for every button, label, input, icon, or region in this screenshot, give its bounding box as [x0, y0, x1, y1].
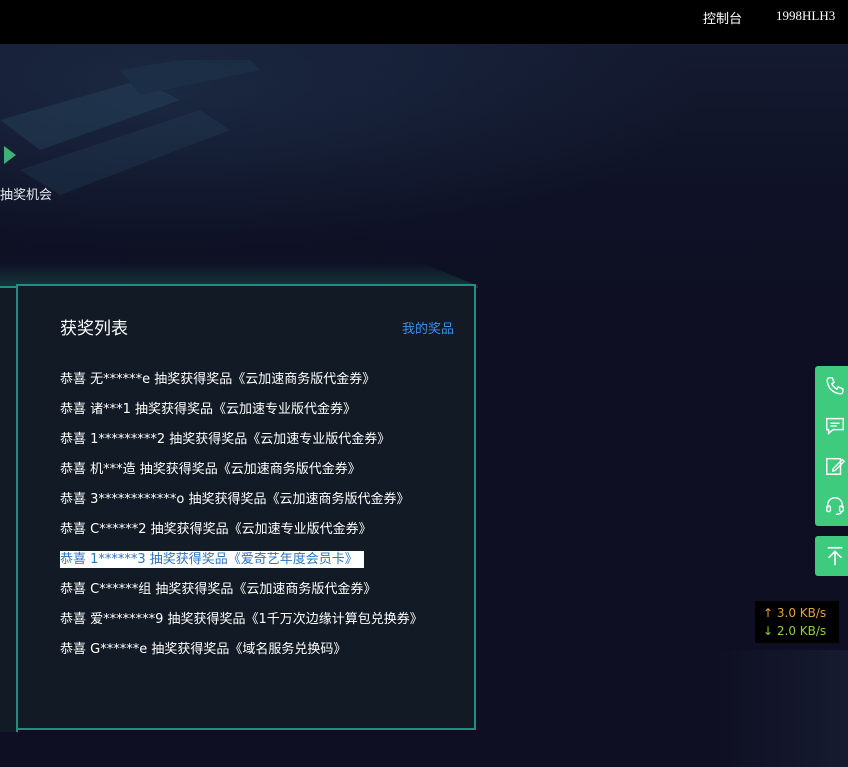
top-bar: 控制台 1998HLH3	[0, 0, 848, 44]
my-prizes-link[interactable]: 我的奖品	[402, 318, 454, 337]
list-item: 恭喜 1*********2 抽奖获得奖品《云加速专业版代金券》	[60, 432, 391, 447]
username[interactable]: 1998HLH3	[776, 8, 835, 24]
chat-icon[interactable]	[824, 415, 846, 437]
arrow-up-icon	[827, 546, 843, 566]
headset-icon[interactable]	[824, 495, 846, 517]
console-link[interactable]: 控制台	[703, 8, 742, 27]
list-item: 恭喜 3************o 抽奖获得奖品《云加速商务版代金券》	[60, 492, 410, 507]
list-item: 恭喜 C******2 抽奖获得奖品《云加速专业版代金券》	[60, 522, 372, 537]
list-item: 恭喜 无******e 抽奖获得奖品《云加速商务版代金券》	[60, 372, 376, 387]
network-speed-widget: ↑ 3.0 KB/s ↓ 2.0 KB/s	[755, 601, 839, 643]
play-icon[interactable]	[4, 146, 16, 164]
list-item: 恭喜 机***造 抽奖获得奖品《云加速商务版代金券》	[60, 462, 361, 477]
list-item-selected: 恭喜 1******3 抽奖获得奖品《爱奇艺年度会员卡》	[60, 550, 423, 580]
upload-speed: ↑ 3.0 KB/s	[763, 606, 827, 620]
download-speed: ↓ 2.0 KB/s	[763, 624, 827, 638]
edit-icon[interactable]	[824, 455, 846, 477]
list-item: 恭喜 爱********9 抽奖获得奖品《1千万次边缘计算包兑换券》	[60, 612, 423, 627]
list-item: 恭喜 G******e 抽奖获得奖品《域名服务兑换码》	[60, 642, 347, 657]
lottery-chance-label: 抽奖机会	[0, 188, 53, 203]
list-item: 恭喜 诸***1 抽奖获得奖品《云加速专业版代金券》	[60, 402, 357, 417]
panel-title: 获奖列表	[60, 319, 128, 339]
winners-panel: 获奖列表 我的奖品 恭喜 无******e 抽奖获得奖品《云加速商务版代金券》 …	[16, 284, 476, 730]
list-item: 恭喜 C******组 抽奖获得奖品《云加速商务版代金券》	[60, 582, 377, 597]
phone-icon[interactable]	[824, 375, 846, 397]
side-toolbar	[815, 366, 848, 526]
back-to-top-button[interactable]	[815, 536, 848, 576]
winners-list: 恭喜 无******e 抽奖获得奖品《云加速商务版代金券》 恭喜 诸***1 抽…	[60, 370, 423, 670]
corner-decoration	[714, 650, 848, 767]
hero-decoration	[0, 60, 260, 195]
